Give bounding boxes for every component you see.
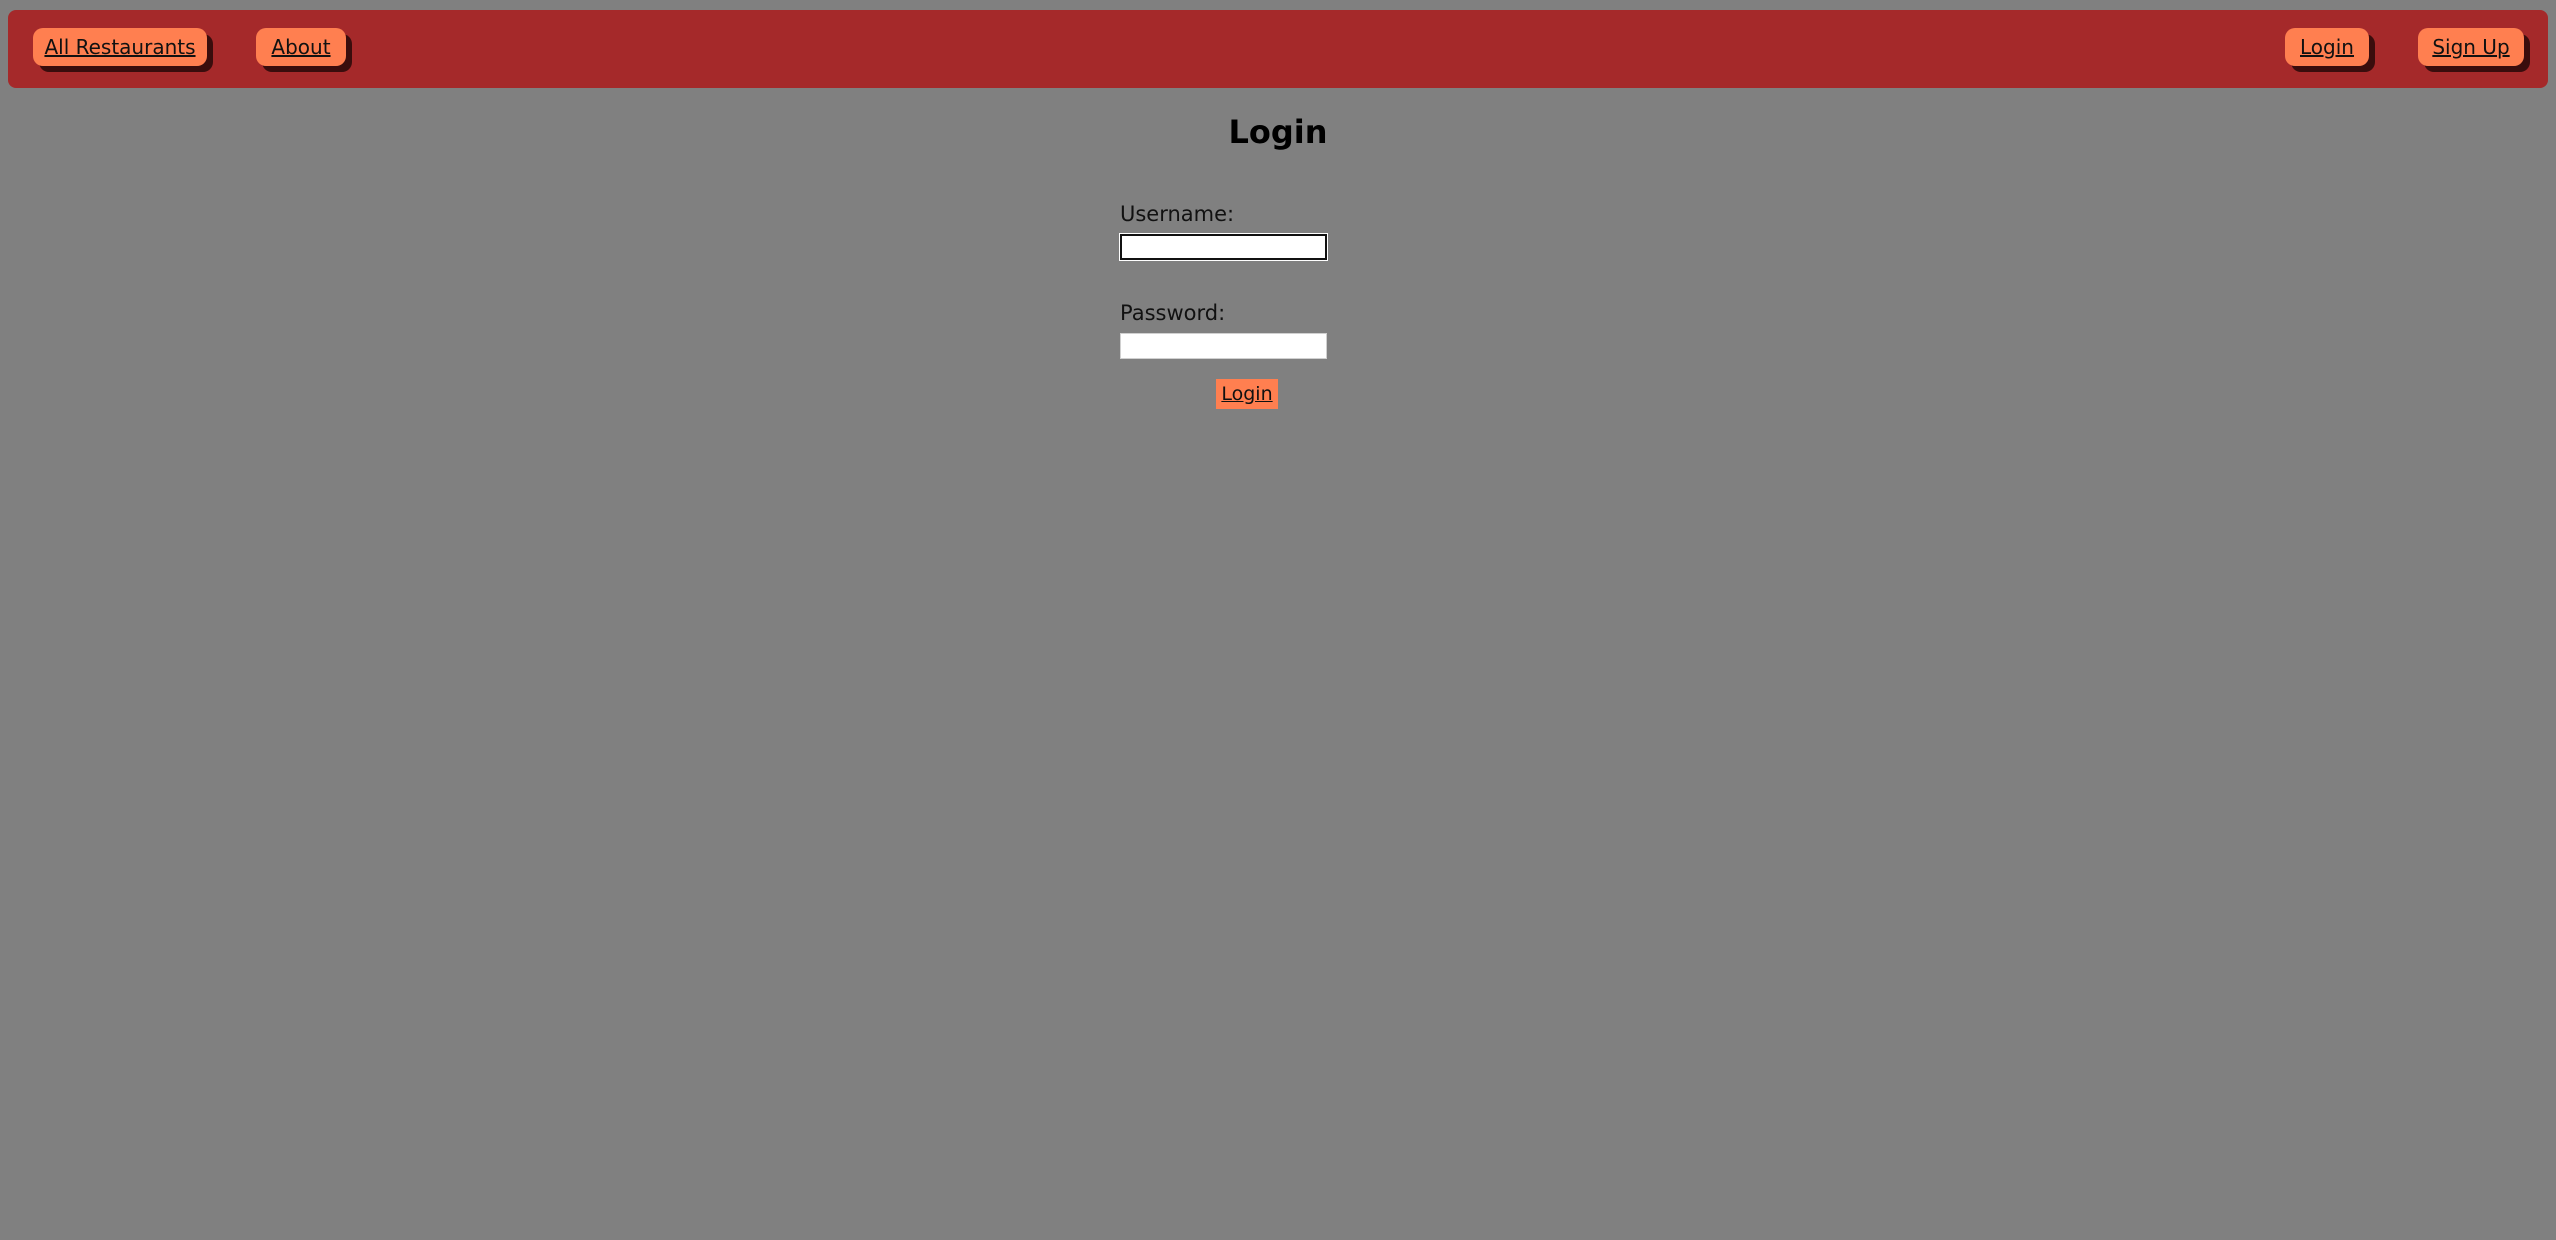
username-label: Username: bbox=[1120, 202, 1235, 226]
nav-sign-up-button[interactable]: Sign Up bbox=[2418, 28, 2524, 66]
nav-all-restaurants-button[interactable]: All Restaurants bbox=[33, 28, 207, 66]
username-input[interactable] bbox=[1120, 234, 1327, 260]
password-label: Password: bbox=[1120, 301, 1226, 325]
page-title: Login bbox=[1228, 113, 1328, 151]
nav-about-button[interactable]: About bbox=[256, 28, 346, 66]
login-submit-button[interactable]: Login bbox=[1216, 379, 1278, 409]
nav-login-button[interactable]: Login bbox=[2285, 28, 2369, 66]
top-navbar: All Restaurants About Login Sign Up bbox=[8, 10, 2548, 88]
password-input[interactable] bbox=[1120, 333, 1327, 359]
